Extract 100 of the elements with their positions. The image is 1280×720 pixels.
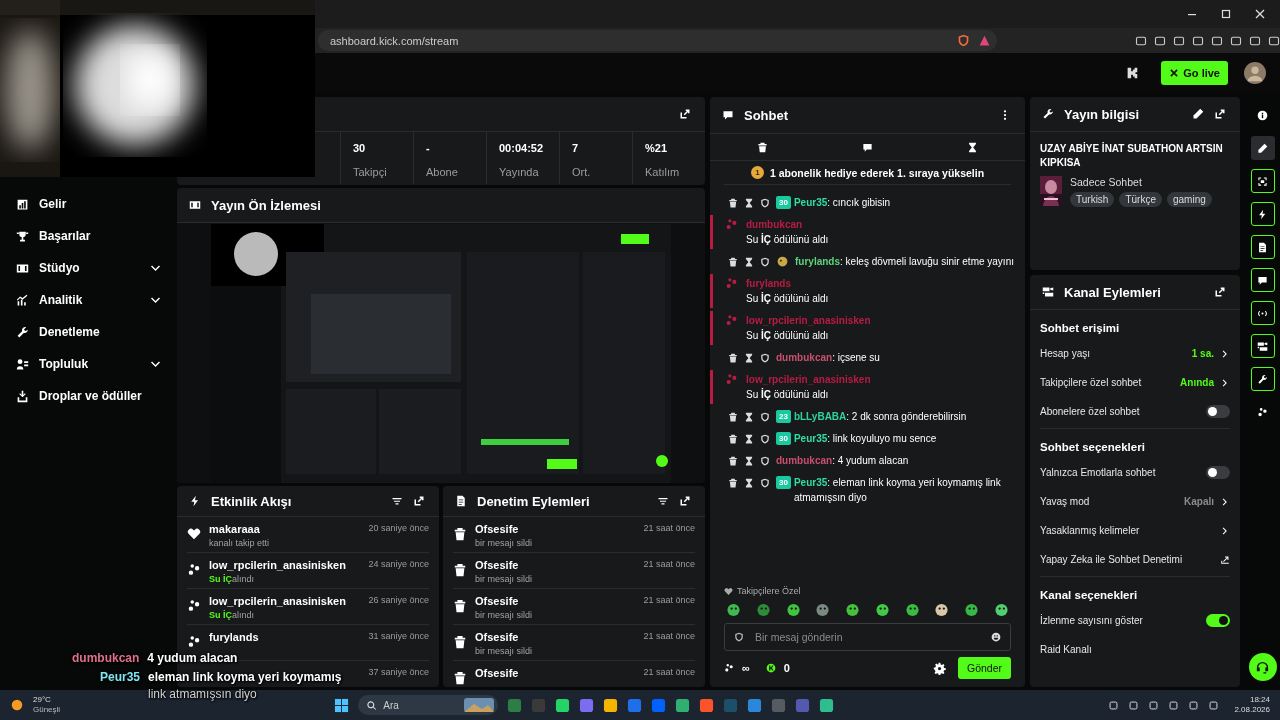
trash-icon[interactable] — [728, 197, 738, 208]
emote-icon[interactable] — [845, 602, 861, 617]
sidebar-item[interactable]: Stüdyo — [39, 261, 80, 275]
setting-value[interactable]: Kapalı — [1184, 496, 1214, 507]
tray-icon[interactable] — [1168, 699, 1180, 711]
avatar-icon[interactable] — [1244, 62, 1266, 84]
extension-icon[interactable] — [1173, 34, 1185, 47]
doc-icon[interactable] — [1250, 235, 1275, 259]
extension-icon[interactable] — [1154, 34, 1166, 47]
expand-icon[interactable] — [1214, 286, 1226, 298]
app-icon[interactable] — [819, 697, 835, 713]
category-link[interactable]: Sadece Sohbet — [1070, 176, 1212, 188]
tag[interactable]: Türkçe — [1119, 192, 1162, 207]
kick-icon[interactable] — [1125, 66, 1140, 80]
emote-icon[interactable] — [934, 602, 950, 617]
sidebar-item[interactable]: Denetleme — [39, 325, 100, 339]
setting-value[interactable]: Anında — [1180, 377, 1214, 388]
trash-icon[interactable] — [728, 433, 738, 444]
app-icon[interactable] — [603, 697, 619, 713]
extension-icon[interactable] — [1192, 34, 1204, 47]
emote-icon[interactable] — [785, 602, 801, 617]
expand-icon[interactable] — [679, 108, 691, 120]
community-icon[interactable] — [16, 357, 29, 371]
taskbar-search[interactable]: Ara — [358, 695, 499, 715]
hourglass-icon[interactable] — [744, 197, 754, 208]
sidebar-item[interactable]: Droplar ve ödüller — [39, 389, 142, 403]
emote-icon[interactable] — [993, 602, 1009, 617]
app-icon[interactable] — [555, 697, 571, 713]
extension-icon[interactable] — [1268, 34, 1280, 47]
chat-input[interactable]: Bir mesaj gönderin — [724, 623, 1011, 651]
settings-icon[interactable] — [932, 661, 946, 675]
pencil-icon[interactable] — [1250, 136, 1275, 160]
expand-icon[interactable] — [679, 495, 691, 507]
filter-icon[interactable] — [657, 495, 669, 507]
hourglass-icon[interactable] — [744, 455, 754, 466]
bolt-icon[interactable] — [1250, 202, 1275, 226]
sidebar-item[interactable]: Topluluk — [39, 357, 89, 371]
trash-icon[interactable] — [728, 352, 738, 363]
film-icon[interactable] — [16, 261, 29, 275]
wrench-icon[interactable] — [1250, 367, 1275, 391]
sidebar-item[interactable]: Başarılar — [39, 229, 91, 243]
emote-icon[interactable] — [904, 602, 920, 617]
trash-icon[interactable] — [728, 256, 738, 267]
hourglass-icon[interactable] — [744, 411, 754, 422]
shield-icon[interactable] — [734, 632, 744, 642]
pencil-icon[interactable] — [1192, 108, 1204, 120]
tag[interactable]: Turkish — [1070, 192, 1115, 207]
tray-icon[interactable] — [1128, 699, 1140, 711]
broadcast-icon[interactable] — [1250, 301, 1275, 325]
emote-icon[interactable] — [815, 602, 831, 617]
support-button[interactable] — [1248, 653, 1277, 681]
extension-icon[interactable] — [1211, 34, 1223, 47]
wrench-icon[interactable] — [16, 325, 29, 339]
drops-icon[interactable] — [16, 389, 29, 403]
trash-icon[interactable] — [728, 477, 738, 488]
toggle-switch[interactable] — [1206, 405, 1230, 418]
address-bar[interactable]: ashboard.kick.com/stream — [318, 30, 997, 51]
weather-icon[interactable] — [10, 698, 24, 712]
hourglass-icon[interactable] — [744, 352, 754, 363]
trophy-icon[interactable] — [16, 229, 29, 243]
chat-icon[interactable] — [862, 141, 873, 153]
emote-icon[interactable] — [964, 602, 980, 617]
go-live-button[interactable]: Go live — [1161, 61, 1228, 85]
hourglass-icon[interactable] — [744, 256, 754, 267]
close-icon[interactable] — [1254, 8, 1266, 20]
filter-icon[interactable] — [391, 495, 403, 507]
tray-icon[interactable] — [1188, 699, 1200, 711]
sidebar-item[interactable]: Analitik — [39, 293, 83, 307]
app-icon[interactable] — [579, 697, 595, 713]
app-icon[interactable] — [699, 697, 715, 713]
app-icon[interactable] — [747, 697, 763, 713]
hourglass-icon[interactable] — [744, 433, 754, 444]
tray-icon[interactable] — [1148, 699, 1160, 711]
trash-icon[interactable] — [757, 141, 768, 153]
app-icon[interactable] — [675, 697, 691, 713]
windows-start-icon[interactable] — [334, 697, 350, 713]
triangle-icon[interactable] — [978, 34, 991, 47]
analytics-icon[interactable] — [16, 293, 29, 307]
emoji-icon[interactable] — [991, 632, 1001, 642]
trash-icon[interactable] — [728, 411, 738, 422]
shield-icon[interactable] — [957, 34, 970, 47]
extension-icon[interactable] — [1249, 34, 1261, 47]
chat-icon[interactable] — [1250, 268, 1275, 292]
setting-value[interactable]: 1 sa. — [1191, 348, 1214, 359]
toggle-switch[interactable] — [1206, 466, 1230, 479]
camera-icon[interactable] — [1250, 334, 1275, 358]
hourglass-icon[interactable] — [744, 477, 754, 488]
focus-icon[interactable] — [1250, 169, 1275, 193]
emote-icon[interactable] — [726, 602, 741, 617]
expand-icon[interactable] — [1214, 108, 1226, 120]
tray-icon[interactable] — [1108, 699, 1120, 711]
external-link-icon[interactable] — [1220, 554, 1230, 565]
sidebar-item[interactable]: Gelir — [39, 197, 67, 211]
bars-icon[interactable] — [16, 197, 29, 211]
extension-icon[interactable] — [1135, 34, 1147, 47]
trash-icon[interactable] — [728, 455, 738, 466]
maximize-icon[interactable] — [1220, 8, 1232, 20]
send-button[interactable]: Gönder — [957, 657, 1011, 679]
extension-icon[interactable] — [1230, 34, 1242, 47]
tray-icon[interactable] — [1208, 699, 1220, 711]
